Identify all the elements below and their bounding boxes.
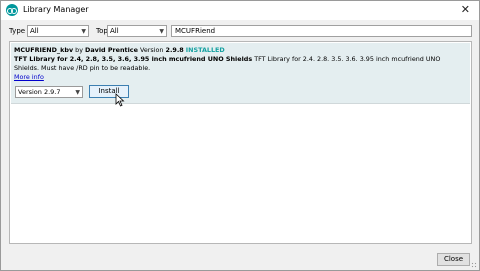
title-bar: Library Manager ✕ xyxy=(1,1,479,20)
filter-bar: Type All ▼ Topic All ▼ MCUFRiend xyxy=(9,25,479,38)
more-info-link[interactable]: More info xyxy=(14,73,44,81)
search-input[interactable]: MCUFRiend xyxy=(171,25,472,37)
arduino-icon xyxy=(6,4,18,16)
chevron-down-icon: ▼ xyxy=(75,89,80,96)
resize-grip-icon[interactable] xyxy=(471,262,477,268)
chevron-down-icon: ▼ xyxy=(81,28,86,35)
version-select-value: Version 2.9.7 xyxy=(18,88,61,96)
close-button[interactable]: Close xyxy=(437,253,470,266)
topic-select-value: All xyxy=(110,27,119,35)
installed-version: 2.9.8 xyxy=(165,46,184,54)
version-prefix: Version xyxy=(139,46,164,54)
summary-rest: TFT Library for 2.4. 2.8. 3.5. 3.6. 3.95… xyxy=(254,55,441,63)
version-select[interactable]: Version 2.9.7 ▼ xyxy=(15,86,83,98)
library-author: David Prentice xyxy=(85,46,138,54)
by-text: by xyxy=(75,46,83,54)
installed-badge: INSTALLED xyxy=(185,46,225,54)
close-icon[interactable]: ✕ xyxy=(461,3,470,16)
library-list[interactable]: MCUFRIEND_kbv by David Prentice Version … xyxy=(9,41,472,244)
summary-bold: TFT Library for 2.4, 2.8, 3.5, 3.6, 3.95… xyxy=(14,55,253,63)
window-title: Library Manager xyxy=(23,5,89,14)
type-select[interactable]: All ▼ xyxy=(27,25,89,37)
topic-select[interactable]: All ▼ xyxy=(107,25,167,37)
type-select-value: All xyxy=(30,27,39,35)
library-manager-window: Library Manager ✕ Type All ▼ Topic All ▼… xyxy=(0,0,480,271)
library-name: MCUFRIEND_kbv xyxy=(14,46,74,54)
mouse-pointer-icon xyxy=(115,93,125,107)
library-summary: TFT Library for 2.4, 2.8, 3.5, 3.6, 3.95… xyxy=(14,55,440,63)
type-label: Type xyxy=(9,27,26,35)
chevron-down-icon: ▼ xyxy=(159,28,164,35)
list-item[interactable]: MCUFRIEND_kbv by David Prentice Version … xyxy=(11,43,470,107)
library-summary-line2: Shields. Must have /RD pin to be readabl… xyxy=(14,64,151,72)
library-header: MCUFRIEND_kbv by David Prentice Version … xyxy=(14,46,225,54)
